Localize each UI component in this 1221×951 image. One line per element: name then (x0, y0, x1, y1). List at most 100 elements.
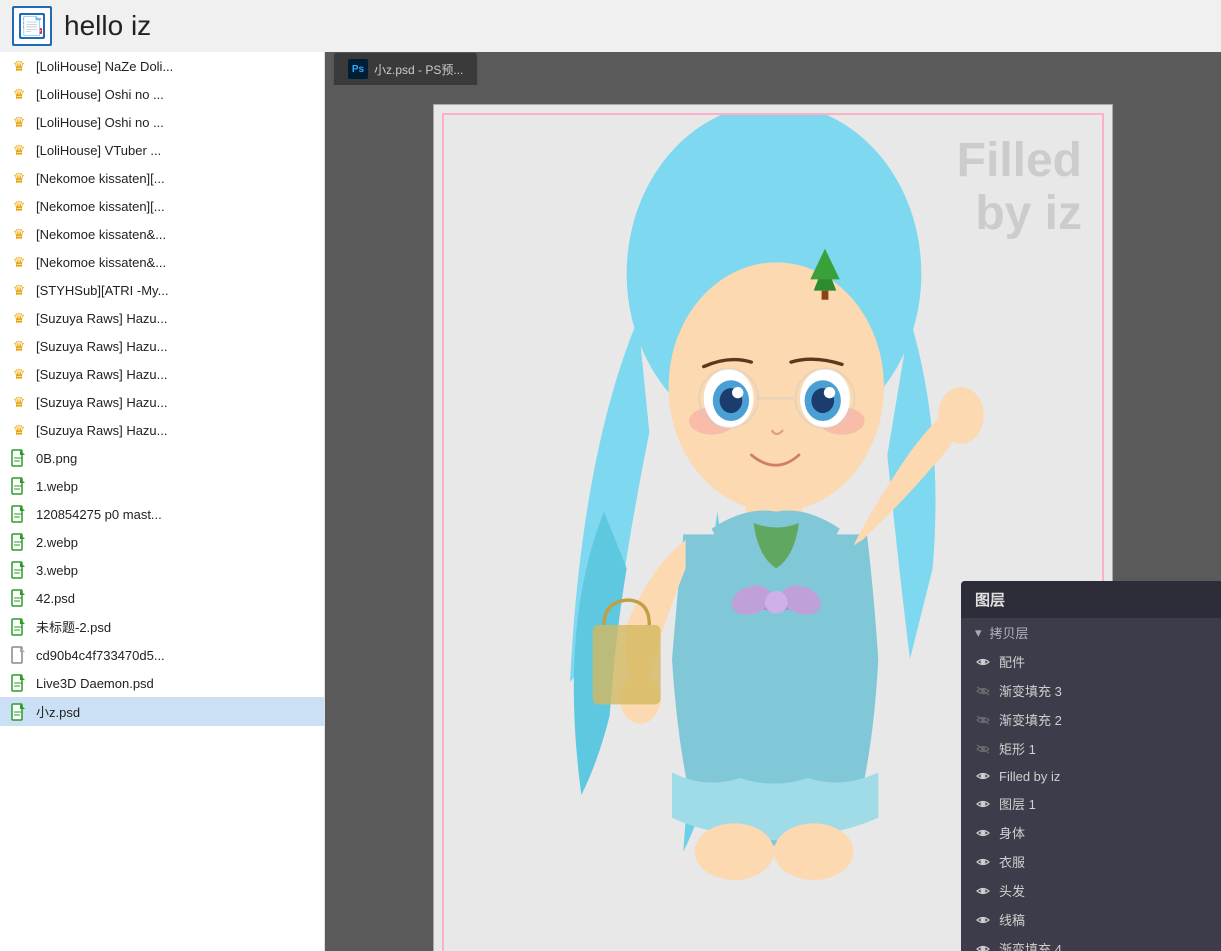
sidebar-item-item-2[interactable]: ♛ [LoliHouse] Oshi no ... (0, 80, 324, 108)
sidebar-item-item-14[interactable]: ♛[Suzuya Raws] Hazu... (0, 416, 324, 444)
sidebar-item-item-19[interactable]: 3.webp (0, 556, 324, 584)
layer-label: 矩形 1 (999, 739, 1036, 758)
layer-item-l-3[interactable]: 渐变填充 2 (961, 705, 1221, 734)
sidebar-item-label: [LoliHouse] Oshi no ... (36, 87, 164, 102)
layer-label: 渐变填充 2 (999, 710, 1062, 729)
crown-icon: ♛ (10, 309, 28, 327)
layer-item-l-5[interactable]: Filled by iz (961, 763, 1221, 789)
sidebar-item-label: [Suzuya Raws] Hazu... (36, 311, 168, 326)
layer-item-l-group[interactable]: ▾ 拷贝层 (961, 618, 1221, 647)
crown-icon: ♛ (10, 253, 28, 271)
eye-icon[interactable] (975, 712, 991, 728)
ps-icon: Ps (348, 59, 368, 79)
layer-label: 渐变填充 3 (999, 681, 1062, 700)
layers-header: 图层 (961, 581, 1221, 618)
crown-icon: ♛ (10, 197, 28, 215)
layer-item-l-4[interactable]: 矩形 1 (961, 734, 1221, 763)
layer-label: 头发 (999, 881, 1025, 900)
sidebar-item-item-10[interactable]: ♛ [Suzuya Raws] Hazu... (0, 304, 324, 332)
sidebar-item-item-11[interactable]: ♛[Suzuya Raws] Hazu... (0, 332, 324, 360)
sidebar-item-item-3[interactable]: ♛ [LoliHouse] Oshi no ... (0, 108, 324, 136)
sidebar-item-label: 1.webp (36, 479, 78, 494)
file-green-icon (10, 674, 28, 692)
sidebar-item-item-15[interactable]: 0B.png (0, 444, 324, 472)
sidebar-item-item-1[interactable]: ♛[LoliHouse] NaZe Doli... (0, 52, 324, 80)
sidebar-item-label: Live3D Daemon.psd (36, 676, 154, 691)
crown-icon: ♛ (10, 225, 28, 243)
eye-icon[interactable] (975, 912, 991, 928)
group-arrow-icon: ▾ (975, 625, 982, 641)
sidebar-item-label: 42.psd (36, 591, 75, 606)
sidebar-item-label: [Suzuya Raws] Hazu... (36, 367, 168, 382)
sidebar-item-item-9[interactable]: ♛[STYHSub][ATRI -My... (0, 276, 324, 304)
app-title: hello iz (64, 10, 151, 42)
sidebar-item-item-13[interactable]: ♛ [Suzuya Raws] Hazu... (0, 388, 324, 416)
crown-icon: ♛ (10, 169, 28, 187)
sidebar-item-item-24[interactable]: 小z.psd (0, 697, 324, 726)
sidebar-item-label: [Nekomoe kissaten][... (36, 171, 165, 186)
layer-item-l-11[interactable]: 渐变填充 4 (961, 934, 1221, 951)
crown-icon: ♛ (10, 393, 28, 411)
sidebar-item-item-8[interactable]: ♛[Nekomoe kissaten&... (0, 248, 324, 276)
layer-item-l-9[interactable]: 头发 (961, 876, 1221, 905)
sidebar-item-item-4[interactable]: ♛[LoliHouse] VTuber ... (0, 136, 324, 164)
sidebar-item-item-16[interactable]: 1.webp (0, 472, 324, 500)
layer-item-l-8[interactable]: 衣服 (961, 847, 1221, 876)
sidebar-item-item-7[interactable]: ♛[Nekomoe kissaten&... (0, 220, 324, 248)
sidebar-item-label: [LoliHouse] Oshi no ... (36, 115, 164, 130)
layer-item-l-6[interactable]: 图层 1 (961, 789, 1221, 818)
file-green-icon (10, 703, 28, 721)
sidebar-item-item-20[interactable]: 42.psd (0, 584, 324, 612)
file-green-icon (10, 449, 28, 467)
sidebar-item-item-22[interactable]: cd90b4c4f733470d5... (0, 641, 324, 669)
layer-item-l-10[interactable]: 线稿 (961, 905, 1221, 934)
app-icon: ✓ (12, 6, 52, 46)
sidebar-item-label: [STYHSub][ATRI -My... (36, 283, 168, 298)
layer-item-l-2[interactable]: 渐变填充 3 (961, 676, 1221, 705)
sidebar-item-label: [Suzuya Raws] Hazu... (36, 395, 168, 410)
eye-icon[interactable] (975, 654, 991, 670)
layer-label: 衣服 (999, 852, 1025, 871)
eye-icon[interactable] (975, 768, 991, 784)
eye-icon[interactable] (975, 825, 991, 841)
eye-icon[interactable] (975, 854, 991, 870)
sidebar-item-item-18[interactable]: 2.webp (0, 528, 324, 556)
sidebar-item-label: cd90b4c4f733470d5... (36, 648, 165, 663)
sidebar-item-item-23[interactable]: Live3D Daemon.psd (0, 669, 324, 697)
crown-icon: ♛ (10, 337, 28, 355)
eye-icon[interactable] (975, 883, 991, 899)
sidebar-item-item-21[interactable]: 未标题-2.psd (0, 612, 324, 641)
crown-icon: ♛ (10, 141, 28, 159)
filled-by-iz-text: Filled by iz (957, 135, 1082, 241)
layer-item-l-7[interactable]: 身体 (961, 818, 1221, 847)
layer-label: 拷贝层 (990, 623, 1029, 642)
eye-icon[interactable] (975, 796, 991, 812)
layer-label: 渐变填充 4 (999, 939, 1062, 951)
sidebar-item-label: [LoliHouse] NaZe Doli... (36, 59, 173, 74)
crown-icon: ♛ (10, 421, 28, 439)
file-green-icon (10, 533, 28, 551)
file-green-icon (10, 477, 28, 495)
eye-icon[interactable] (975, 683, 991, 699)
file-green-icon (10, 505, 28, 523)
sidebar-item-label: [Nekomoe kissaten][... (36, 199, 165, 214)
crown-icon: ♛ (10, 85, 28, 103)
sidebar-item-item-12[interactable]: ♛[Suzuya Raws] Hazu... (0, 360, 324, 388)
sidebar-item-item-6[interactable]: ♛ [Nekomoe kissaten][... (0, 192, 324, 220)
eye-icon[interactable] (975, 941, 991, 951)
layer-label: 线稿 (999, 910, 1025, 929)
layer-item-l-1[interactable]: 配件 (961, 647, 1221, 676)
sidebar-item-label: 小z.psd (36, 702, 80, 721)
crown-icon: ♛ (10, 113, 28, 131)
ps-tab[interactable]: Ps 小z.psd - PS预... (333, 52, 478, 85)
layer-label: Filled by iz (999, 769, 1060, 784)
svg-text:✓: ✓ (37, 30, 42, 36)
file-green-icon (10, 561, 28, 579)
sidebar-item-item-17[interactable]: 120854275 p0 mast... (0, 500, 324, 528)
eye-icon[interactable] (975, 741, 991, 757)
layer-label: 配件 (999, 652, 1025, 671)
canvas-wrapper: Filled by iz (325, 84, 1221, 951)
sidebar-item-label: 120854275 p0 mast... (36, 507, 162, 522)
layers-list: ▾ 拷贝层配件渐变填充 3 渐变填充 2 矩形 1 Filled by iz 图层 1身体… (961, 618, 1221, 951)
sidebar-item-item-5[interactable]: ♛ [Nekomoe kissaten][... (0, 164, 324, 192)
